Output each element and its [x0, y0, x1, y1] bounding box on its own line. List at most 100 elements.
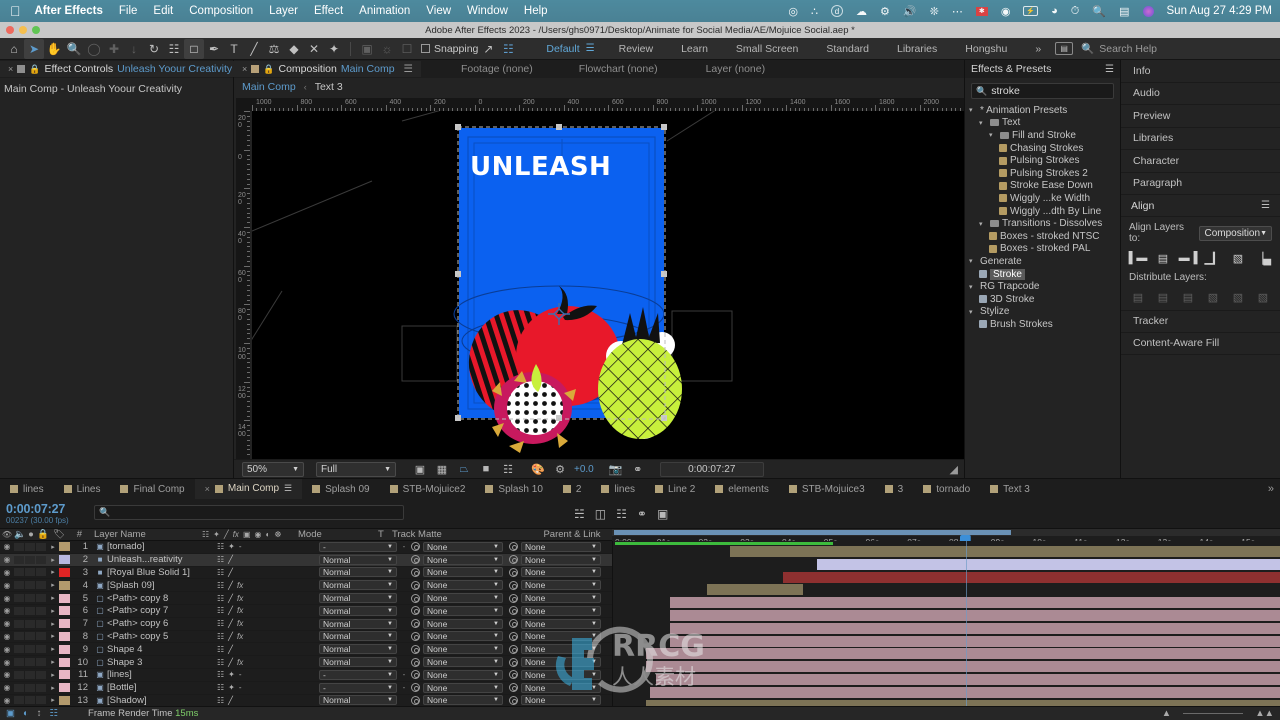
brush-tool[interactable]: ╱: [244, 39, 264, 59]
collapse-icon[interactable]: ☷: [217, 619, 224, 628]
layer-mode-select[interactable]: Normal ▼: [319, 695, 397, 706]
layer-mode-select[interactable]: Normal ▼: [319, 618, 397, 629]
track-matte-icon[interactable]: [411, 644, 420, 654]
menu-layer[interactable]: Layer: [269, 5, 298, 17]
layer-label-color[interactable]: [59, 695, 70, 705]
layer-duration-bar[interactable]: [706, 584, 804, 596]
comp-strip-tab[interactable]: Final Comp: [110, 479, 194, 500]
workspace-overflow-icon[interactable]: ▤: [1055, 42, 1074, 55]
layer-name[interactable]: <Path> copy 7: [107, 605, 217, 616]
menu-animation[interactable]: Animation: [359, 5, 410, 17]
render-icon[interactable]: ☷: [49, 708, 58, 719]
layer-mode-select[interactable]: Normal ▼: [319, 554, 397, 565]
tab-effect-controls[interactable]: × 🔒 Effect Controls Unleash Yoour Creati…: [0, 61, 261, 77]
effects-icon[interactable]: ╱: [228, 594, 233, 603]
audio-toggle[interactable]: [14, 581, 24, 590]
spotlight-icon[interactable]: 🔍: [1092, 5, 1106, 18]
expand-layer-icon[interactable]: ▸: [47, 556, 59, 564]
fx-icon[interactable]: fx: [237, 658, 243, 667]
chevron-down-icon[interactable]: ▾: [979, 119, 987, 127]
video-toggle[interactable]: ◉: [0, 606, 14, 615]
panel-character[interactable]: Character: [1121, 150, 1280, 173]
comp-strip-tab[interactable]: lines: [0, 479, 54, 500]
layer-label-color[interactable]: [59, 555, 70, 565]
preserve-transparency-toggle[interactable]: -: [397, 670, 411, 679]
graph-editor-icon[interactable]: ◐: [23, 708, 29, 719]
layer-duration-bar[interactable]: [669, 635, 1280, 647]
lock-icon[interactable]: 🔒: [263, 64, 274, 75]
workspace-learn[interactable]: Learn: [667, 43, 722, 55]
menu-edit[interactable]: Edit: [153, 5, 173, 17]
video-toggle[interactable]: ◉: [0, 683, 14, 692]
layer-label-color[interactable]: [59, 670, 70, 680]
dolly-tool[interactable]: ↓: [124, 39, 144, 59]
layer-name[interactable]: [Royal Blue Solid 1]: [107, 567, 217, 578]
effects-tree-item[interactable]: Boxes - stroked PAL: [965, 243, 1120, 256]
expand-layer-icon[interactable]: ▸: [47, 543, 59, 551]
parent-link-select[interactable]: None ▼: [509, 567, 601, 578]
timeline-timecode[interactable]: 0:00:07:27 00237 (30.00 fps): [0, 499, 88, 528]
effects-icon[interactable]: ╱: [228, 645, 233, 654]
layer-label-color[interactable]: [59, 542, 70, 552]
effects-tree-item[interactable]: Pulsing Strokes 2: [965, 167, 1120, 180]
effects-icon[interactable]: ╱: [228, 555, 233, 564]
parent-pickwhip-icon[interactable]: [509, 580, 518, 590]
effects-icon[interactable]: ╱: [228, 568, 233, 577]
parent-pickwhip-icon[interactable]: [509, 619, 518, 629]
panel-libraries[interactable]: Libraries: [1121, 128, 1280, 150]
lock-toggle[interactable]: [36, 632, 46, 641]
panel-menu-icon[interactable]: ☰: [1105, 64, 1114, 75]
eraser-tool[interactable]: ◆: [284, 39, 304, 59]
expand-icon[interactable]: ↕: [37, 708, 42, 719]
workspace-default[interactable]: Default: [532, 43, 583, 55]
collapse-icon[interactable]: ☷: [217, 555, 224, 564]
flag-icon[interactable]: ✱: [975, 6, 988, 16]
breadcrumb-text-layer[interactable]: Text 3: [315, 81, 343, 93]
layer-duration-bar[interactable]: [669, 610, 1280, 621]
lock-toggle[interactable]: [36, 670, 46, 679]
track-matte-header[interactable]: Track Matte: [392, 529, 492, 540]
layer-label-color[interactable]: [59, 619, 70, 629]
audio-toggle[interactable]: [14, 645, 24, 654]
layer-mode-select[interactable]: Normal ▼: [319, 605, 397, 616]
audio-toggle[interactable]: [14, 632, 24, 641]
parent-link-select[interactable]: None ▼: [509, 593, 601, 604]
audio-toggle[interactable]: [14, 696, 24, 705]
timeline-search-field[interactable]: 🔍: [94, 505, 404, 520]
layer-duration-bar[interactable]: [816, 558, 1280, 570]
bluetooth-icon[interactable]: ❊: [930, 5, 939, 18]
panel-content-aware-fill[interactable]: Content-Aware Fill: [1121, 333, 1280, 355]
menu-help[interactable]: Help: [524, 5, 548, 17]
comp-strip-tab[interactable]: 3: [875, 479, 914, 500]
layer-name-header[interactable]: Layer Name: [86, 529, 202, 540]
expand-layer-icon[interactable]: ▸: [47, 620, 59, 628]
effects-icon[interactable]: ╱: [228, 632, 233, 641]
solo-toggle[interactable]: [25, 555, 35, 564]
lock-toggle[interactable]: [36, 542, 46, 551]
zoom-tool[interactable]: 🔍: [64, 39, 84, 59]
layer-label-color[interactable]: [59, 631, 70, 641]
layer-name[interactable]: [Bottle]: [107, 682, 217, 693]
effects-tree-item[interactable]: Brush Strokes: [965, 318, 1120, 331]
apple-logo-icon[interactable]: : [10, 4, 21, 18]
track-matte-select[interactable]: None ▼: [411, 657, 503, 668]
selection-tool[interactable]: ➤: [24, 38, 44, 59]
comp-resize-icon[interactable]: ◢: [950, 463, 964, 476]
solo-toggle[interactable]: [25, 696, 35, 705]
video-toggle[interactable]: ◉: [0, 619, 14, 628]
snap-region-icon[interactable]: ☷: [498, 39, 518, 59]
collapse-icon[interactable]: ☷: [217, 632, 224, 641]
audio-toggle[interactable]: [14, 555, 24, 564]
draft-3d-icon[interactable]: ◫: [595, 507, 606, 521]
parent-link-select[interactable]: None ▼: [509, 554, 601, 565]
comp-strip-tab[interactable]: tornado: [913, 479, 980, 500]
anchor-point-tool[interactable]: ☷: [164, 39, 184, 59]
fx-icon[interactable]: fx: [237, 619, 243, 628]
lock-toggle[interactable]: [36, 683, 46, 692]
distribute-vertical-center-icon[interactable]: ▤: [1154, 289, 1172, 305]
collapse-icon[interactable]: ☷: [217, 606, 224, 615]
align-target-select[interactable]: Composition ▼: [1199, 225, 1272, 241]
zoom-out-icon[interactable]: ▲: [1162, 708, 1171, 719]
video-toggle[interactable]: ◉: [0, 696, 14, 705]
layer-mode-select[interactable]: Normal ▼: [319, 567, 397, 578]
